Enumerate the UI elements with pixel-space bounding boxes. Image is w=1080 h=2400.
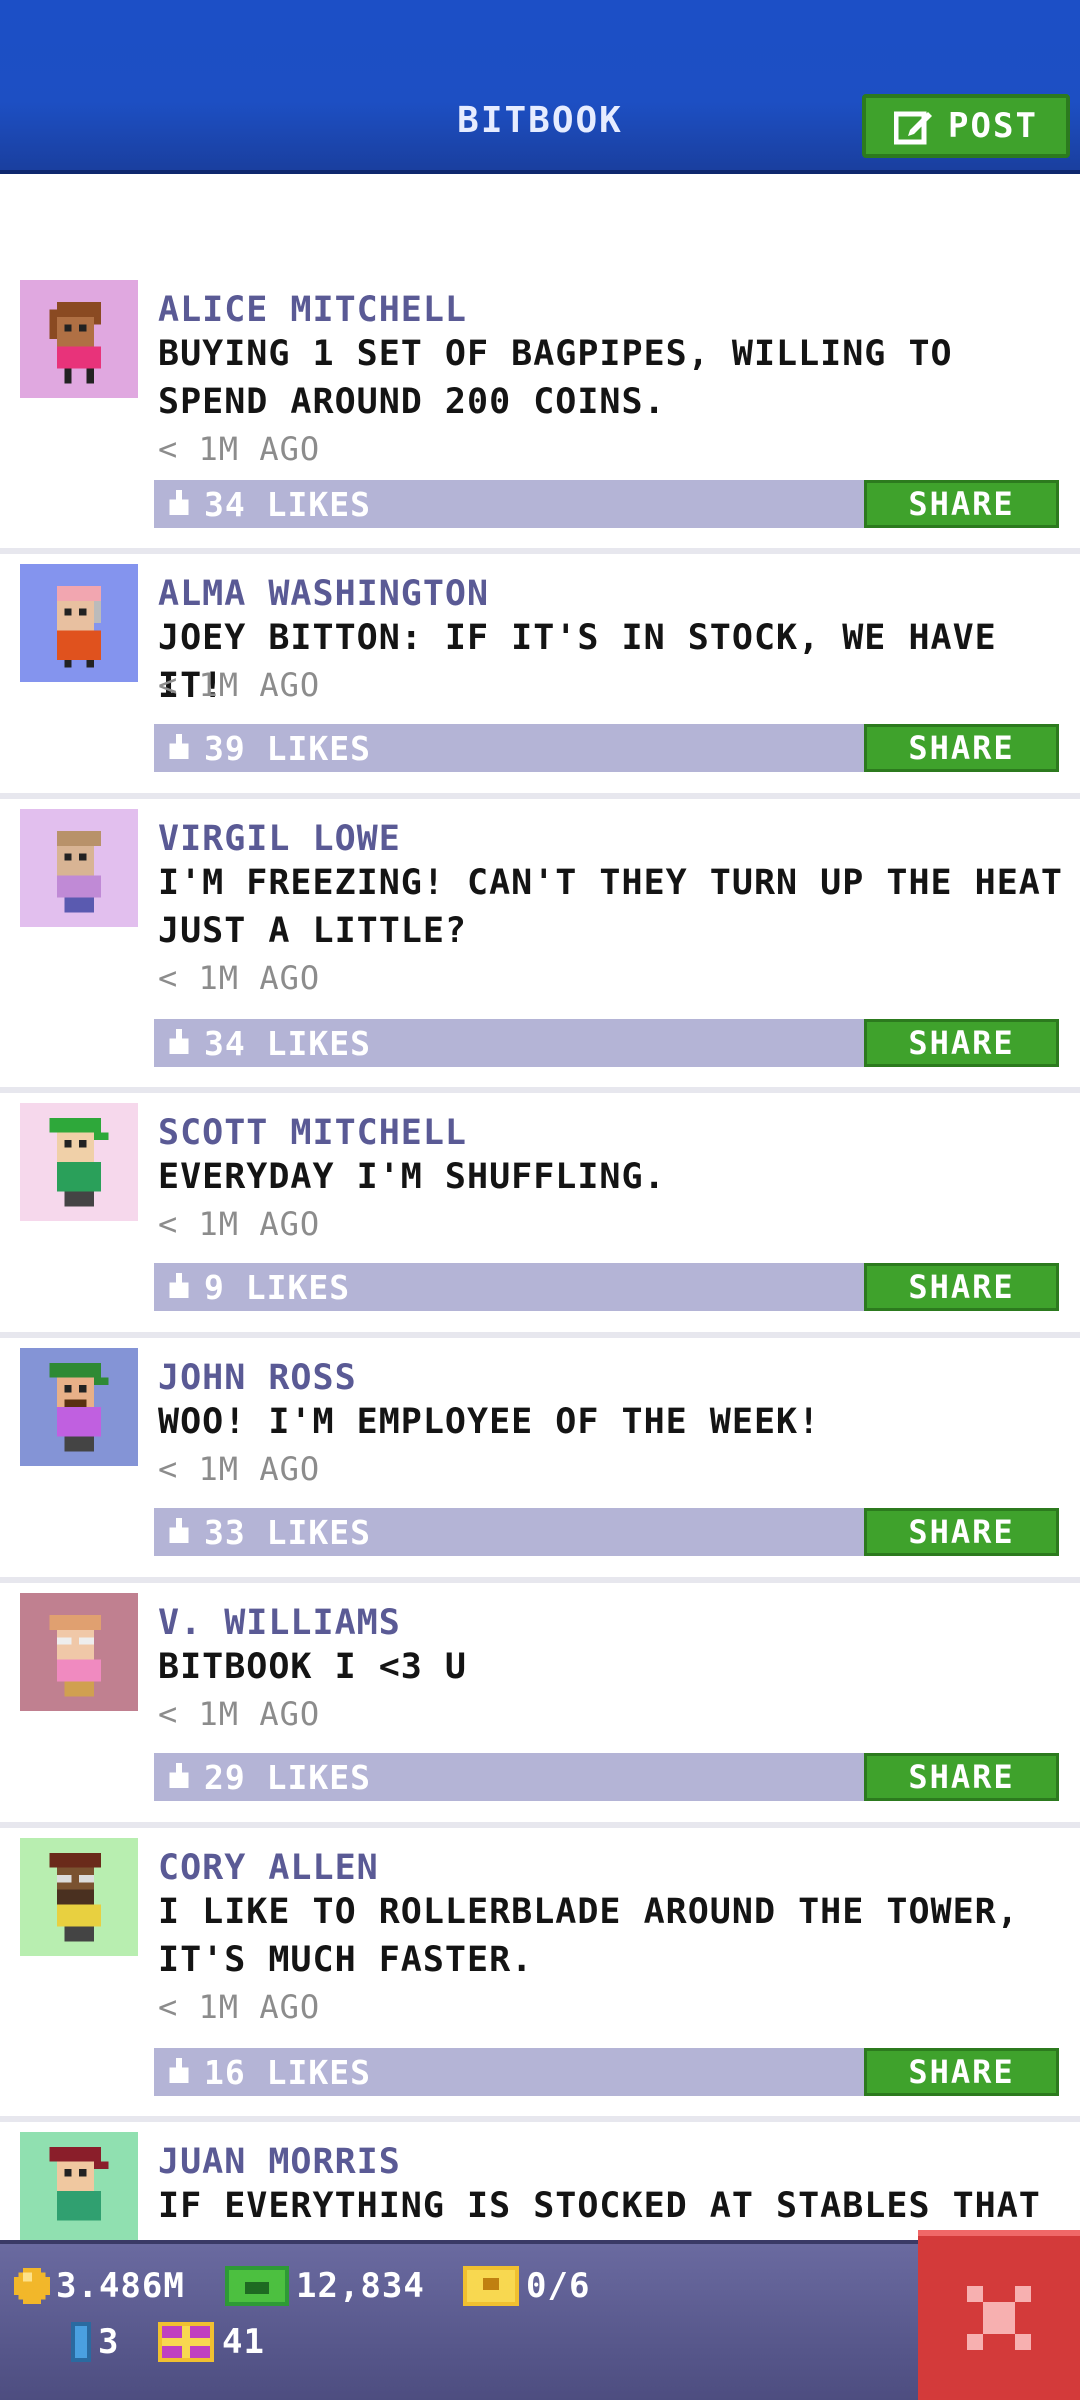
gift-icon bbox=[158, 2322, 214, 2362]
post-message: IF EVERYTHING IS STOCKED AT STABLES THAT bbox=[158, 2186, 1041, 2226]
share-button[interactable]: SHARE bbox=[864, 1753, 1059, 1801]
thumbs-up-icon bbox=[169, 1518, 189, 1543]
likes-count: 29 LIKES bbox=[204, 1758, 371, 1797]
avatar[interactable] bbox=[20, 564, 138, 682]
gifts-value: 41 bbox=[222, 2322, 265, 2362]
likes-count: 9 LIKES bbox=[204, 1268, 351, 1307]
avatar[interactable] bbox=[20, 1593, 138, 1711]
gifts-stat: 41 bbox=[156, 2322, 265, 2362]
thumbs-up-icon bbox=[169, 1763, 189, 1788]
coins-stat: 3.486M bbox=[14, 2266, 185, 2306]
post-author[interactable]: V. WILLIAMS bbox=[158, 1603, 401, 1643]
post-message: WOO! I'M EMPLOYEE OF THE WEEK! bbox=[158, 1402, 821, 1442]
post-time: < 1M AGO bbox=[158, 430, 321, 468]
post-message: BUYING 1 SET OF BAGPIPES, WILLING TO SPE… bbox=[158, 334, 953, 422]
feed-post: SCOTT MITCHELL EVERYDAY I'M SHUFFLING. <… bbox=[0, 1093, 1080, 1338]
feed-post: ALICE MITCHELL BUYING 1 SET OF BAGPIPES,… bbox=[0, 270, 1080, 554]
likes-count: 33 LIKES bbox=[204, 1513, 371, 1552]
post-author[interactable]: SCOTT MITCHELL bbox=[158, 1113, 467, 1153]
likes-count: 16 LIKES bbox=[204, 2053, 371, 2092]
likes-count: 39 LIKES bbox=[204, 729, 371, 768]
share-button[interactable]: SHARE bbox=[864, 1508, 1059, 1556]
post-author[interactable]: JUAN MORRIS bbox=[158, 2142, 401, 2182]
avatar[interactable] bbox=[20, 2132, 138, 2240]
avatar[interactable] bbox=[20, 280, 138, 398]
post-message: BITBOOK I <3 U bbox=[158, 1647, 468, 1687]
avatar[interactable] bbox=[20, 1348, 138, 1466]
close-button[interactable] bbox=[918, 2230, 1080, 2400]
post-message: EVERYDAY I'M SHUFFLING. bbox=[158, 1157, 666, 1197]
bux-icon bbox=[225, 2266, 289, 2306]
coins-value: 3.486M bbox=[56, 2266, 185, 2306]
post-message: I'M FREEZING! CAN'T THEY TURN UP THE HEA… bbox=[158, 863, 1063, 951]
bux-value: 12,834 bbox=[296, 2266, 425, 2306]
bux-stat: 12,834 bbox=[224, 2266, 425, 2306]
tickets-stat: 0/6 bbox=[462, 2266, 590, 2306]
feed-post: JUAN MORRIS IF EVERYTHING IS STOCKED AT … bbox=[0, 2122, 1080, 2240]
post-author[interactable]: CORY ALLEN bbox=[158, 1848, 379, 1888]
ticket-icon bbox=[463, 2266, 519, 2306]
likes-bar: 34 LIKES SHARE bbox=[154, 1019, 1059, 1067]
thumbs-up-icon bbox=[169, 734, 189, 759]
thumbs-up-icon bbox=[169, 490, 189, 515]
coin-icon bbox=[14, 2268, 50, 2304]
key-icon bbox=[71, 2322, 91, 2362]
feed-post: JOHN ROSS WOO! I'M EMPLOYEE OF THE WEEK!… bbox=[0, 1338, 1080, 1583]
feed-post: V. WILLIAMS BITBOOK I <3 U < 1M AGO 29 L… bbox=[0, 1583, 1080, 1828]
thumbs-up-icon bbox=[169, 1029, 189, 1054]
likes-count: 34 LIKES bbox=[204, 1024, 371, 1063]
avatar[interactable] bbox=[20, 1103, 138, 1221]
share-button[interactable]: SHARE bbox=[864, 1019, 1059, 1067]
feed-post: ALMA WASHINGTON JOEY BITTON: IF IT'S IN … bbox=[0, 554, 1080, 799]
likes-bar: 29 LIKES SHARE bbox=[154, 1753, 1059, 1801]
post-author[interactable]: JOHN ROSS bbox=[158, 1358, 357, 1398]
likes-bar: 16 LIKES SHARE bbox=[154, 2048, 1059, 2096]
share-button[interactable]: SHARE bbox=[864, 1263, 1059, 1311]
post-message: I LIKE TO ROLLERBLADE AROUND THE TOWER, … bbox=[158, 1892, 1019, 1980]
share-button[interactable]: SHARE bbox=[864, 724, 1059, 772]
post-author[interactable]: ALMA WASHINGTON bbox=[158, 574, 489, 614]
likes-bar: 33 LIKES SHARE bbox=[154, 1508, 1059, 1556]
avatar[interactable] bbox=[20, 809, 138, 927]
thumbs-up-icon bbox=[169, 1273, 189, 1298]
close-icon bbox=[967, 2286, 1031, 2350]
likes-bar: 9 LIKES SHARE bbox=[154, 1263, 1059, 1311]
likes-bar: 34 LIKES SHARE bbox=[154, 480, 1059, 528]
thumbs-up-icon bbox=[169, 2058, 189, 2083]
tickets-value: 0/6 bbox=[526, 2266, 591, 2306]
post-time: < 1M AGO bbox=[158, 1205, 321, 1243]
feed-list[interactable]: ALICE MITCHELL BUYING 1 SET OF BAGPIPES,… bbox=[0, 170, 1080, 2240]
post-button-label: POST bbox=[948, 106, 1038, 146]
post-time: < 1M AGO bbox=[158, 959, 321, 997]
edit-icon bbox=[894, 111, 933, 145]
keys-value: 3 bbox=[98, 2322, 120, 2362]
feed-post: VIRGIL LOWE I'M FREEZING! CAN'T THEY TUR… bbox=[0, 799, 1080, 1093]
app-header: BITBOOK POST bbox=[0, 0, 1080, 174]
keys-stat: 3 bbox=[70, 2322, 119, 2362]
post-author[interactable]: ALICE MITCHELL bbox=[158, 290, 467, 330]
post-time: < 1M AGO bbox=[158, 1450, 321, 1488]
avatar[interactable] bbox=[20, 1838, 138, 1956]
post-time: < 1M AGO bbox=[158, 1988, 321, 2026]
feed-post: CORY ALLEN I LIKE TO ROLLERBLADE AROUND … bbox=[0, 1828, 1080, 2122]
share-button[interactable]: SHARE bbox=[864, 2048, 1059, 2096]
post-author[interactable]: VIRGIL LOWE bbox=[158, 819, 401, 859]
post-time: < 1M AGO bbox=[158, 666, 321, 704]
likes-count: 34 LIKES bbox=[204, 485, 371, 524]
likes-bar: 39 LIKES SHARE bbox=[154, 724, 1059, 772]
post-time: < 1M AGO bbox=[158, 1695, 321, 1733]
post-button[interactable]: POST bbox=[862, 94, 1070, 158]
share-button[interactable]: SHARE bbox=[864, 480, 1059, 528]
